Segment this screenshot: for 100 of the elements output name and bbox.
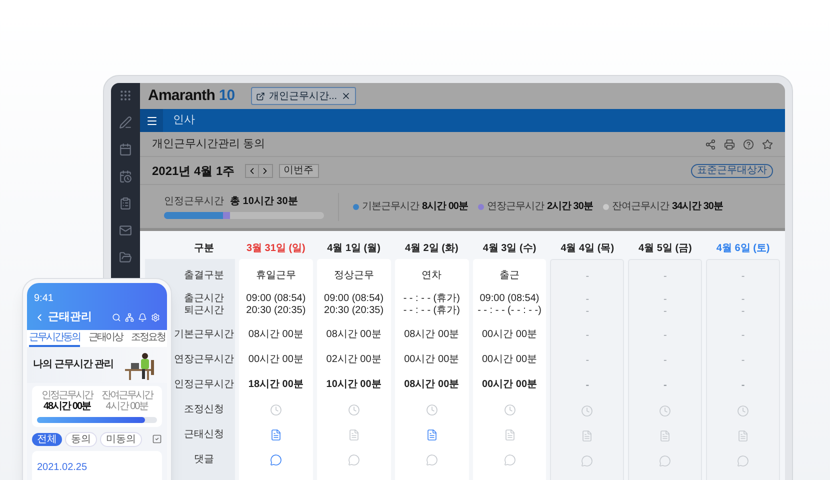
clock-icon[interactable] (426, 404, 438, 416)
summary-label: 인정근무시간 (164, 195, 224, 209)
help-icon[interactable] (743, 138, 754, 150)
table-cell: 휴일근무 (256, 270, 296, 282)
filter-chip[interactable]: 미동의 (100, 432, 142, 446)
folder-icon[interactable] (119, 251, 132, 264)
day-header: 3월 31일 (일) (245, 242, 306, 256)
week-label: 2021년 4월 1주 (152, 162, 235, 180)
legend-label: 기본근무시간 (362, 200, 419, 214)
legend-label: 잔여근무시간 (612, 200, 669, 214)
table-cell: - (664, 294, 667, 306)
table-cell: 09:00 (08:54) (246, 293, 306, 305)
table-cell: - (664, 354, 667, 366)
day-header: 4월 3일 (수) (482, 242, 538, 256)
table-cell: 정상근무 (334, 270, 374, 282)
table-cell: - (741, 354, 745, 366)
pen-icon[interactable] (119, 116, 132, 129)
table-cell: 08시간 00분 (248, 328, 304, 340)
settings-icon[interactable] (151, 312, 160, 322)
table-cell: 18시간 00분 (248, 378, 304, 390)
share-icon[interactable] (705, 138, 716, 150)
table-cell: - (741, 294, 745, 306)
this-week-button[interactable]: 이번주 (278, 164, 319, 178)
document-icon[interactable] (348, 428, 360, 440)
row-label: 조정신청 (184, 404, 224, 416)
table-cell: - - : - - (휴가) (403, 305, 460, 317)
clipboard-icon[interactable] (119, 197, 132, 210)
star-icon[interactable] (762, 138, 773, 150)
row-label: 댓글 (194, 454, 214, 466)
table-cell: - (741, 306, 745, 318)
table-cell: - (741, 380, 745, 392)
legend-value: 34시간 30분 (672, 200, 723, 214)
row-label: 출결구분 (184, 270, 224, 282)
apps-grid-icon[interactable] (119, 89, 132, 102)
open-tab[interactable]: 개인근무시간... (250, 87, 356, 105)
comment-icon[interactable] (426, 454, 438, 466)
table-cell: 연차 (422, 270, 442, 282)
previous-week-button[interactable] (244, 164, 259, 178)
table-cell: - (586, 380, 590, 392)
comment-icon[interactable] (348, 454, 360, 466)
table-cell: - (586, 294, 590, 306)
menu-icon (146, 114, 158, 126)
table-cell: - (664, 380, 667, 392)
calendar-clock-icon[interactable] (119, 170, 132, 183)
document-icon[interactable] (504, 428, 516, 440)
summary-total: 총 10시간 30분 (230, 195, 298, 209)
comment-icon[interactable] (504, 454, 516, 466)
table-cell: - (741, 330, 745, 342)
row-label: 인정근무시간 (174, 378, 234, 390)
table-cell: - - : - - (휴가) (403, 293, 460, 305)
search-icon[interactable] (112, 312, 121, 322)
legend-label: 연장근무시간 (486, 200, 544, 214)
table-cell: 00시간 00분 (248, 354, 304, 366)
bell-icon[interactable] (138, 312, 147, 322)
clock-icon[interactable] (270, 404, 282, 416)
stat-label: 인정근무시간 (42, 390, 92, 400)
next-week-button[interactable] (258, 164, 273, 178)
stat-value: 4시간 00분 (106, 400, 148, 412)
table-cell: 출근 (500, 270, 520, 282)
tab-label: 개인근무시간... (268, 90, 338, 104)
org-chart-icon[interactable] (125, 312, 134, 322)
filter-chip[interactable]: 전체 (32, 432, 62, 446)
day-header: 4월 1일 (월) (326, 242, 382, 256)
table-cell: 08시간 00분 (326, 328, 382, 340)
row-label: 근태신청 (184, 428, 224, 440)
table-cell: 08시간 00분 (404, 328, 460, 340)
clock-icon[interactable] (504, 404, 516, 416)
day-header: 4월 6일 (토) (715, 242, 771, 256)
clock-icon[interactable] (348, 404, 360, 416)
module-title: 인사 (173, 113, 195, 128)
table-cell: 09:00 (08:54) (324, 293, 384, 305)
row-label: 출근시간 (184, 293, 224, 305)
table-cell: 20:30 (20:35) (246, 305, 306, 317)
stat-label: 잔여근무시간 (102, 390, 152, 400)
day-header: 4월 2일 (화) (404, 242, 460, 256)
table-cell: 00시간 00분 (482, 354, 538, 366)
phone-tab[interactable]: 조정요청 (131, 330, 165, 346)
checkbox-icon[interactable] (152, 434, 162, 444)
row-label: 기본근무시간 (174, 328, 234, 340)
table-cell: - (586, 270, 590, 282)
row-label: 연장근무시간 (174, 354, 234, 366)
table-cell: - - : - - (- - : - -) (478, 305, 542, 317)
mail-icon[interactable] (119, 224, 132, 237)
phone-tab[interactable]: 근태이상 (88, 330, 122, 346)
table-cell: 09:00 (08:54) (480, 293, 540, 305)
legend-value: 2시간 30분 (546, 200, 593, 214)
table-cell: - (586, 354, 590, 366)
filter-chip[interactable]: 동의 (65, 432, 97, 446)
row-label: 퇴근시간 (184, 305, 224, 317)
record-date: 2021.02.25 (37, 462, 88, 472)
document-icon[interactable] (270, 428, 282, 440)
day-header: 4월 5일 (금) (638, 242, 693, 256)
table-cell: - (664, 330, 667, 342)
close-icon[interactable] (341, 91, 352, 101)
comment-icon[interactable] (270, 454, 282, 466)
banner-title: 나의 근무시간 관리 (33, 358, 114, 372)
calendar-icon[interactable] (119, 143, 132, 156)
menu-button[interactable] (140, 109, 163, 132)
printer-icon[interactable] (724, 138, 735, 150)
document-icon[interactable] (426, 428, 438, 440)
